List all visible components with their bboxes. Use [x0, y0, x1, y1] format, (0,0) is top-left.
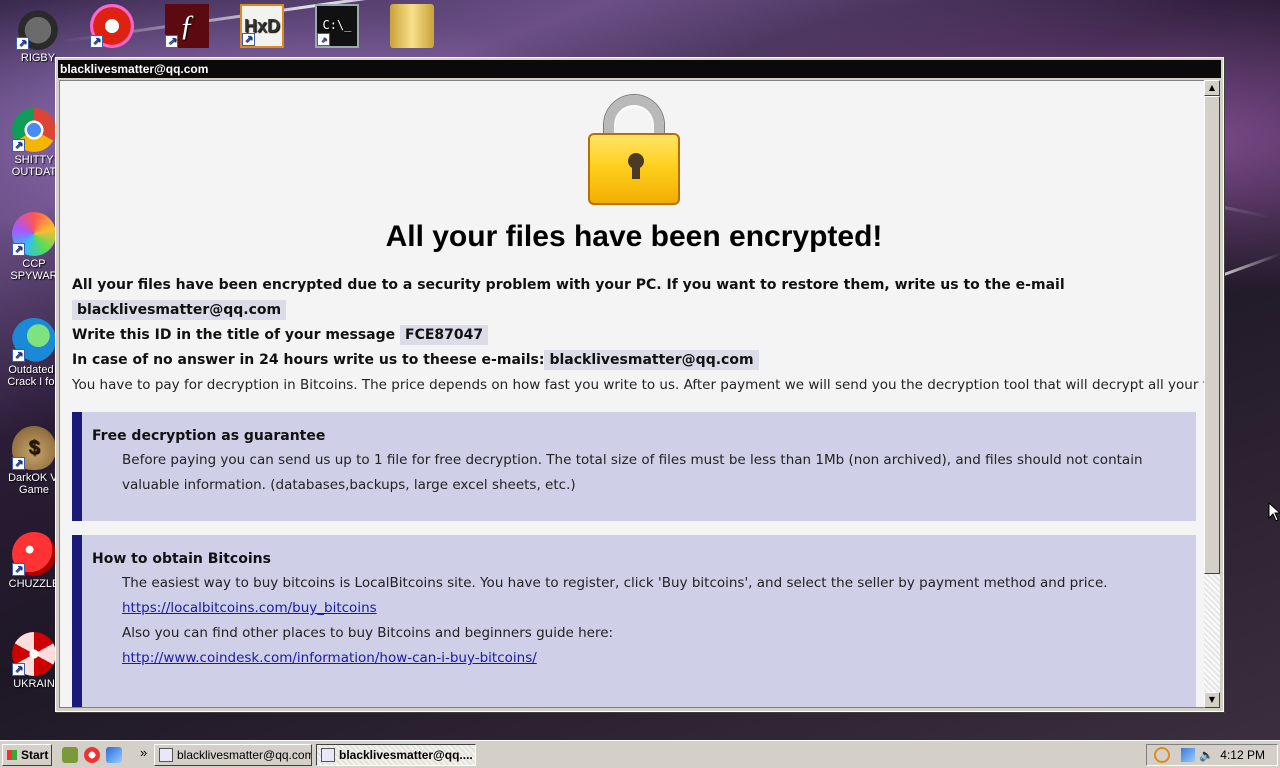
guarantee-text: Before paying you can send us up to 1 fi… [122, 452, 1143, 493]
bitcoins-title: How to obtain Bitcoins [92, 551, 271, 567]
scroll-up-icon[interactable]: ▲ [1204, 80, 1220, 96]
shortcut-arrow-icon: ↗ [317, 33, 330, 46]
guarantee-title: Free decryption as guarantee [92, 428, 326, 444]
spyware-icon: ↗ [12, 212, 56, 256]
id-instruction: Write this ID in the title of your messa… [72, 327, 396, 343]
clock[interactable]: 4:12 PM [1220, 745, 1265, 765]
taskbar-item-label: blacklivesmatter@qq.... [339, 748, 473, 762]
shortcut-arrow-icon: ↗ [12, 243, 25, 256]
start-button[interactable]: Start [2, 744, 52, 766]
bitcoins-box: How to obtain Bitcoins The easiest way t… [72, 535, 1196, 707]
desktop-icon-label: Outdated I Crack I fou [7, 364, 61, 388]
shortcut-arrow-icon: ↗ [12, 663, 25, 676]
guarantee-box: Free decryption as guarantee Before payi… [72, 412, 1196, 521]
hxd-icon: HxD ↗ [240, 4, 284, 48]
shortcut-arrow-icon: ↗ [12, 349, 25, 362]
picasa-icon: ↗ [90, 4, 134, 48]
window-icon [321, 748, 335, 762]
taskbar-item-window[interactable]: blacklivesmatter@qq.com [154, 744, 312, 766]
taskbar: Start » blacklivesmatter@qq.com blackliv… [0, 740, 1280, 768]
victim-id: FCE87047 [400, 325, 489, 345]
rigby-icon: ↗ [16, 6, 60, 50]
radiation-icon: ↗ [12, 632, 56, 676]
desktop-icon-picasa[interactable]: ↗ [80, 4, 144, 50]
note-heading: All your files have been encrypted! [385, 220, 883, 253]
desktop-icon-hxd[interactable]: HxD ↗ [230, 4, 294, 50]
window-title[interactable]: blacklivesmatter@qq.com [58, 60, 1221, 78]
shortcut-arrow-icon: ↗ [90, 35, 103, 48]
shortcut-arrow-icon: ↗ [16, 37, 29, 50]
network-icon[interactable] [1181, 748, 1195, 762]
localbitcoins-link[interactable]: https://localbitcoins.com/buy_bitcoins [122, 600, 377, 616]
bitcoins-text-1: The easiest way to buy bitcoins is Local… [122, 575, 1108, 591]
fallback-email: blacklivesmatter@qq.com [544, 350, 759, 370]
scroll-down-icon[interactable]: ▼ [1204, 692, 1220, 708]
contact-email: blacklivesmatter@qq.com [72, 300, 287, 320]
fallback-instruction: In case of no answer in 24 hours write u… [72, 352, 545, 368]
shortcut-arrow-icon: ↗ [165, 35, 178, 48]
ie-icon: ↗ [12, 318, 56, 362]
note-content: All your files have been encrypted! All … [72, 81, 1206, 707]
taskbar-item-active[interactable]: blacklivesmatter@qq.... [316, 744, 476, 766]
chuzzle-icon: ↗ [12, 532, 56, 576]
volume-icon[interactable]: 🔈 [1199, 748, 1214, 762]
note-intro: All your files have been encrypted due t… [72, 273, 1206, 398]
shortcut-arrow-icon: ↗ [242, 33, 255, 46]
intro-line: All your files have been encrypted due t… [72, 277, 1065, 293]
shortcut-arrow-icon: ↗ [12, 563, 25, 576]
desktop-icon-rigby[interactable]: ↗ RIGBY [6, 6, 70, 64]
scroll-thumb[interactable] [1204, 96, 1220, 574]
payment-text: You have to pay for decryption in Bitcoi… [72, 377, 1206, 393]
window-icon [159, 748, 173, 762]
quick-launch-more-icon[interactable]: » [140, 745, 147, 760]
taskbar-item-label: blacklivesmatter@qq.com [177, 748, 312, 762]
show-desktop-icon[interactable] [62, 747, 78, 763]
desktop-icon-cmd[interactable]: C:\_ ↗ [305, 4, 369, 50]
mouse-cursor-icon [1268, 502, 1280, 522]
bitcoins-text-2: Also you can find other places to buy Bi… [122, 625, 614, 641]
flash-icon: ƒ ↗ [165, 4, 209, 48]
desktop-icon-folder[interactable] [380, 4, 444, 50]
folder-icon [390, 4, 434, 48]
ransom-note-window[interactable]: blacklivesmatter@qq.com All your files h… [55, 57, 1224, 712]
quick-launch-icon[interactable] [106, 747, 122, 763]
command-prompt-icon: C:\_ ↗ [315, 4, 359, 48]
opera-icon[interactable] [84, 747, 100, 763]
shortcut-arrow-icon: ↗ [12, 139, 25, 152]
desktop-icon-label: DarkOK Vi Game [8, 472, 60, 496]
system-tray: 🔈 4:12 PM [1146, 744, 1278, 766]
shortcut-arrow-icon: ↗ [12, 457, 25, 470]
chrome-icon: ↗ [12, 108, 56, 152]
desktop-icon-flash[interactable]: ƒ ↗ [155, 4, 219, 50]
note-content-area[interactable]: All your files have been encrypted! All … [59, 80, 1206, 708]
coindesk-link[interactable]: http://www.coindesk.com/information/how-… [122, 650, 537, 666]
desktop-icon-label: CCP SPYWAR [10, 258, 58, 282]
vertical-scrollbar[interactable]: ▲ ▼ [1204, 80, 1220, 708]
desktop-icon-label: SHITTY OUTDAT [11, 154, 57, 178]
padlock-icon [586, 93, 682, 211]
money-bag-icon: $ ↗ [12, 426, 56, 470]
